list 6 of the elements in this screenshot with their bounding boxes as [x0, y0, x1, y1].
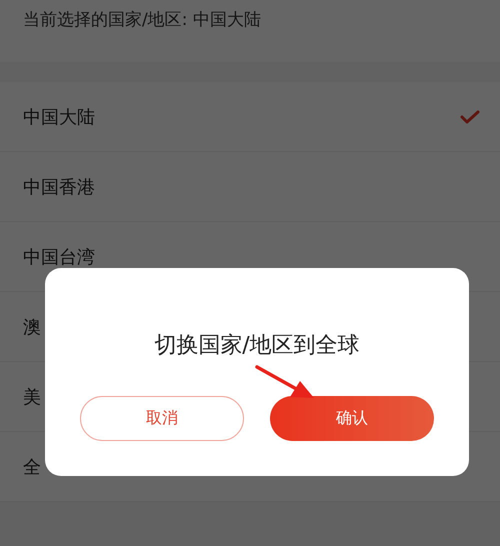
confirm-button[interactable]: 确认 [270, 396, 434, 441]
cancel-button[interactable]: 取消 [80, 396, 244, 441]
current-region-label: 当前选择的国家/地区: 中国大陆 [23, 10, 261, 30]
region-item[interactable]: 中国香港 [0, 152, 500, 222]
region-item[interactable]: 中国大陆 [0, 82, 500, 152]
annotation-arrow [254, 364, 316, 400]
